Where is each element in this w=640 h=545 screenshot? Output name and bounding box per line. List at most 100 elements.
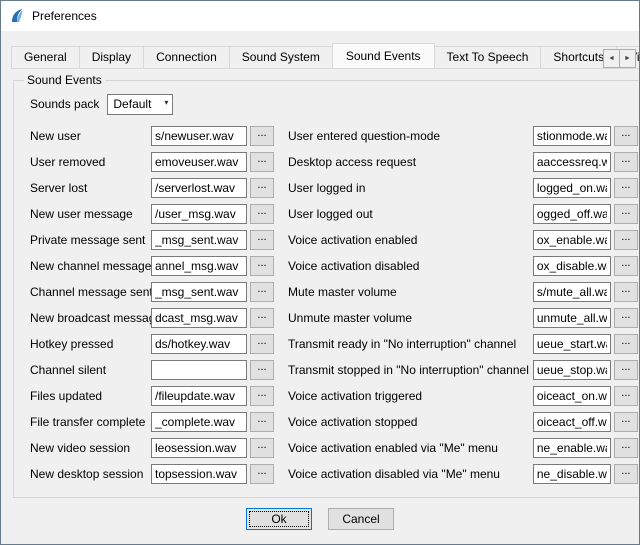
tab-connection[interactable]: Connection	[143, 46, 230, 68]
browse-button[interactable]: ...	[250, 256, 274, 276]
tab-general[interactable]: General	[11, 46, 80, 68]
sound-file-input[interactable]	[151, 308, 247, 328]
sound-file-input[interactable]	[151, 152, 247, 172]
sound-file-input[interactable]	[151, 178, 247, 198]
sound-file-input[interactable]	[151, 256, 247, 276]
sound-events-columns: New user ... User removed ... Server los…	[18, 123, 640, 487]
sound-event-label: Voice activation enabled	[288, 233, 533, 247]
sound-event-row: Hotkey pressed ...	[30, 331, 274, 357]
sound-event-row: User entered question-mode ...	[288, 123, 638, 149]
sound-event-label: New broadcast message	[30, 311, 151, 325]
sound-file-input[interactable]	[533, 360, 611, 380]
tab-text-to-speech[interactable]: Text To Speech	[434, 46, 542, 68]
sound-file-input[interactable]	[533, 126, 611, 146]
tab-sound-events[interactable]: Sound Events	[332, 43, 435, 69]
sound-event-row: Voice activation stopped ...	[288, 409, 638, 435]
sounds-pack-select[interactable]: Default ▾	[107, 94, 173, 115]
sound-event-row: Unmute master volume ...	[288, 305, 638, 331]
browse-button[interactable]: ...	[250, 126, 274, 146]
sound-file-input[interactable]	[533, 308, 611, 328]
sound-event-row: Server lost ...	[30, 175, 274, 201]
sound-event-row: New video session ...	[30, 435, 274, 461]
sound-file-input[interactable]	[151, 360, 247, 380]
sounds-pack-value: Default	[113, 97, 151, 111]
sound-file-input[interactable]	[533, 152, 611, 172]
browse-button[interactable]: ...	[250, 386, 274, 406]
browse-button[interactable]: ...	[614, 204, 638, 224]
sound-event-row: Transmit stopped in "No interruption" ch…	[288, 357, 638, 383]
browse-button[interactable]: ...	[614, 334, 638, 354]
sound-event-label: Server lost	[30, 181, 151, 195]
sound-event-label: Unmute master volume	[288, 311, 533, 325]
browse-button[interactable]: ...	[250, 308, 274, 328]
sound-file-input[interactable]	[151, 438, 247, 458]
title-bar: Preferences	[1, 1, 639, 31]
browse-button[interactable]: ...	[250, 204, 274, 224]
sound-file-input[interactable]	[533, 282, 611, 302]
cancel-button[interactable]: Cancel	[328, 508, 394, 530]
sound-event-row: File transfer complete ...	[30, 409, 274, 435]
sound-event-label: Private message sent	[30, 233, 151, 247]
sound-event-label: New user message	[30, 207, 151, 221]
sound-event-row: Voice activation disabled ...	[288, 253, 638, 279]
sound-file-input[interactable]	[151, 282, 247, 302]
sound-event-label: Transmit stopped in "No interruption" ch…	[288, 363, 533, 377]
browse-button[interactable]: ...	[250, 412, 274, 432]
browse-button[interactable]: ...	[250, 178, 274, 198]
group-title: Sound Events	[24, 73, 105, 87]
browse-button[interactable]: ...	[614, 126, 638, 146]
tab-scroll-right-icon[interactable]: ►	[619, 49, 636, 68]
chevron-down-icon: ▾	[164, 98, 168, 107]
sound-event-label: Transmit ready in "No interruption" chan…	[288, 337, 533, 351]
browse-button[interactable]: ...	[250, 438, 274, 458]
browse-button[interactable]: ...	[250, 230, 274, 250]
sounds-pack-row: Sounds pack Default ▾	[30, 93, 640, 115]
sound-file-input[interactable]	[533, 204, 611, 224]
sound-file-input[interactable]	[533, 230, 611, 250]
sound-file-input[interactable]	[533, 438, 611, 458]
sound-event-row: Transmit ready in "No interruption" chan…	[288, 331, 638, 357]
browse-button[interactable]: ...	[614, 230, 638, 250]
sound-file-input[interactable]	[533, 256, 611, 276]
sound-event-label: Mute master volume	[288, 285, 533, 299]
sound-event-label: User entered question-mode	[288, 129, 533, 143]
sound-file-input[interactable]	[151, 412, 247, 432]
tab-scroll: ◄ ►	[603, 49, 636, 68]
browse-button[interactable]: ...	[250, 282, 274, 302]
browse-button[interactable]: ...	[614, 178, 638, 198]
sound-file-input[interactable]	[533, 386, 611, 406]
sound-file-input[interactable]	[533, 412, 611, 432]
sound-file-input[interactable]	[533, 178, 611, 198]
sound-file-input[interactable]	[151, 230, 247, 250]
browse-button[interactable]: ...	[614, 412, 638, 432]
browse-button[interactable]: ...	[614, 282, 638, 302]
sound-file-input[interactable]	[151, 464, 247, 484]
sound-file-input[interactable]	[533, 464, 611, 484]
tab-sound-system[interactable]: Sound System	[229, 46, 333, 68]
browse-button[interactable]: ...	[614, 438, 638, 458]
sound-file-input[interactable]	[151, 204, 247, 224]
tab-scroll-left-icon[interactable]: ◄	[603, 49, 620, 68]
sound-event-row: Private message sent ...	[30, 227, 274, 253]
sound-file-input[interactable]	[151, 334, 247, 354]
sound-event-label: User logged in	[288, 181, 533, 195]
sound-event-row: Desktop access request ...	[288, 149, 638, 175]
sound-file-input[interactable]	[151, 126, 247, 146]
browse-button[interactable]: ...	[614, 308, 638, 328]
browse-button[interactable]: ...	[250, 152, 274, 172]
sound-event-row: Files updated ...	[30, 383, 274, 409]
sound-event-label: Desktop access request	[288, 155, 533, 169]
browse-button[interactable]: ...	[614, 386, 638, 406]
tab-display[interactable]: Display	[79, 46, 144, 68]
browse-button[interactable]: ...	[614, 464, 638, 484]
browse-button[interactable]: ...	[250, 464, 274, 484]
sound-file-input[interactable]	[533, 334, 611, 354]
browse-button[interactable]: ...	[250, 360, 274, 380]
browse-button[interactable]: ...	[250, 334, 274, 354]
browse-button[interactable]: ...	[614, 360, 638, 380]
browse-button[interactable]: ...	[614, 152, 638, 172]
ok-button[interactable]: Ok	[246, 508, 312, 530]
browse-button[interactable]: ...	[614, 256, 638, 276]
window-title: Preferences	[32, 9, 97, 23]
sound-file-input[interactable]	[151, 386, 247, 406]
